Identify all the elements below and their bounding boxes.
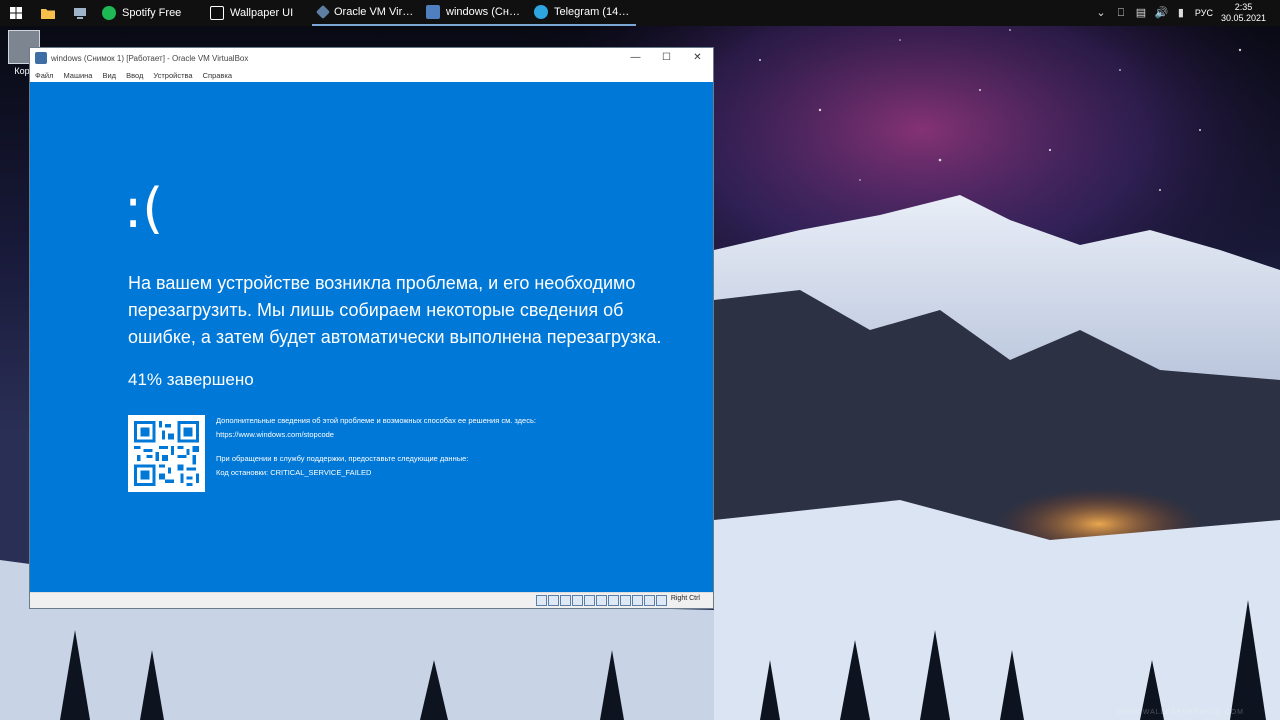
video-capture-icon[interactable] xyxy=(620,595,631,606)
close-button[interactable]: ✕ xyxy=(682,48,713,68)
folder-icon xyxy=(41,9,55,19)
telegram-icon xyxy=(534,5,548,19)
clock-time: 2:35 xyxy=(1234,2,1253,12)
window-controls: — ☐ ✕ xyxy=(620,48,713,68)
keyboard-capture-icon[interactable] xyxy=(656,595,667,606)
menu-bar: Файл Машина Вид Ввод Устройства Справка xyxy=(30,68,713,82)
bsod-stop-code: Код остановки: CRITICAL_SERVICE_FAILED xyxy=(216,468,372,477)
spotify-icon xyxy=(102,6,116,20)
virtualbox-vm-icon xyxy=(35,52,47,64)
menu-help[interactable]: Справка xyxy=(203,71,232,80)
chevron-up-icon[interactable]: ⌄ xyxy=(1095,7,1107,19)
battery-icon[interactable]: ▮ xyxy=(1175,7,1187,19)
taskbar-app-label: Wallpaper UI xyxy=(230,7,294,19)
usb-device-icon[interactable] xyxy=(584,595,595,606)
taskbar-app-virtualbox[interactable]: Oracle VM VirtualB... xyxy=(312,0,420,26)
hard-disk-icon[interactable] xyxy=(536,595,547,606)
clock-date: 30.05.2021 xyxy=(1220,13,1266,23)
qr-code-icon xyxy=(128,415,205,492)
windows-logo-icon xyxy=(10,7,22,19)
taskbar: Spotify Free Wallpaper UI Oracle VM Virt… xyxy=(0,0,1280,26)
input-language[interactable]: РУС xyxy=(1195,8,1213,18)
taskbar-file-explorer[interactable] xyxy=(32,0,64,26)
wallpaper-ui-icon xyxy=(210,6,224,20)
bsod-stopcode-link: https://www.windows.com/stopcode xyxy=(216,430,334,439)
status-icons xyxy=(536,595,667,606)
bsod-progress: 41% завершено xyxy=(128,370,254,389)
host-key-label: Right Ctrl xyxy=(670,595,700,602)
maximize-button[interactable]: ☐ xyxy=(651,48,682,68)
virtualbox-icon xyxy=(315,4,331,20)
virtualization-icon[interactable] xyxy=(632,595,643,606)
window-titlebar[interactable]: windows (Снимок 1) [Работает] - Oracle V… xyxy=(30,48,713,68)
display-icon[interactable] xyxy=(608,595,619,606)
system-tray: ⌄ ⎕ ▤ 🔊 ▮ РУС 2:35 30.05.2021 xyxy=(1095,2,1280,24)
taskbar-app-label: Telegram (14653) xyxy=(554,6,630,18)
menu-devices[interactable]: Устройства xyxy=(153,71,192,80)
taskbar-app-label: windows (Снимок ... xyxy=(446,6,522,18)
virtualbox-vm-icon xyxy=(426,5,440,19)
bsod-message: На вашем устройстве возникла проблема, и… xyxy=(128,273,662,347)
network-adapter-icon[interactable] xyxy=(572,595,583,606)
virtualbox-window: windows (Снимок 1) [Работает] - Oracle V… xyxy=(30,48,713,608)
start-button[interactable] xyxy=(0,0,32,26)
taskbar-app-spotify[interactable]: Spotify Free xyxy=(96,0,204,26)
optical-drive-icon[interactable] xyxy=(548,595,559,606)
taskbar-app-telegram[interactable]: Telegram (14653) xyxy=(528,0,636,26)
shared-folder-icon[interactable] xyxy=(596,595,607,606)
clock[interactable]: 2:35 30.05.2021 xyxy=(1221,2,1266,24)
taskbar-app-vm-window[interactable]: windows (Снимок ... xyxy=(420,0,528,26)
taskbar-app-label: Oracle VM VirtualB... xyxy=(334,6,414,18)
vm-screen[interactable]: :( На вашем устройстве возникла проблема… xyxy=(30,82,713,593)
minimize-button[interactable]: — xyxy=(620,48,651,68)
taskbar-network-app[interactable] xyxy=(64,0,96,26)
volume-icon[interactable]: 🔊 xyxy=(1155,7,1169,19)
bsod-info-line: Дополнительные сведения об этой проблеме… xyxy=(216,416,536,425)
menu-file[interactable]: Файл xyxy=(35,71,53,80)
bsod-support-line: При обращении в службу поддержки, предос… xyxy=(216,454,469,463)
computer-icon xyxy=(74,8,86,19)
taskbar-app-label: Spotify Free xyxy=(122,7,182,19)
mouse-integration-icon[interactable] xyxy=(644,595,655,606)
network-icon[interactable]: ▤ xyxy=(1135,7,1147,19)
menu-view[interactable]: Вид xyxy=(102,71,116,80)
status-bar: Right Ctrl xyxy=(30,592,713,608)
bsod-info: Дополнительные сведения об этой проблеме… xyxy=(216,414,536,480)
menu-machine[interactable]: Машина xyxy=(63,71,92,80)
taskbar-app-wallpaper-ui[interactable]: Wallpaper UI xyxy=(204,0,312,26)
window-title: windows (Снимок 1) [Работает] - Oracle V… xyxy=(51,53,249,63)
bsod-sad-face: :( xyxy=(124,177,164,240)
wallpaper-watermark: WWW.WALLPAPERSWIDE.COM xyxy=(1117,709,1244,716)
usb-icon[interactable]: ⎕ xyxy=(1115,7,1127,19)
audio-icon[interactable] xyxy=(560,595,571,606)
menu-input[interactable]: Ввод xyxy=(126,71,143,80)
